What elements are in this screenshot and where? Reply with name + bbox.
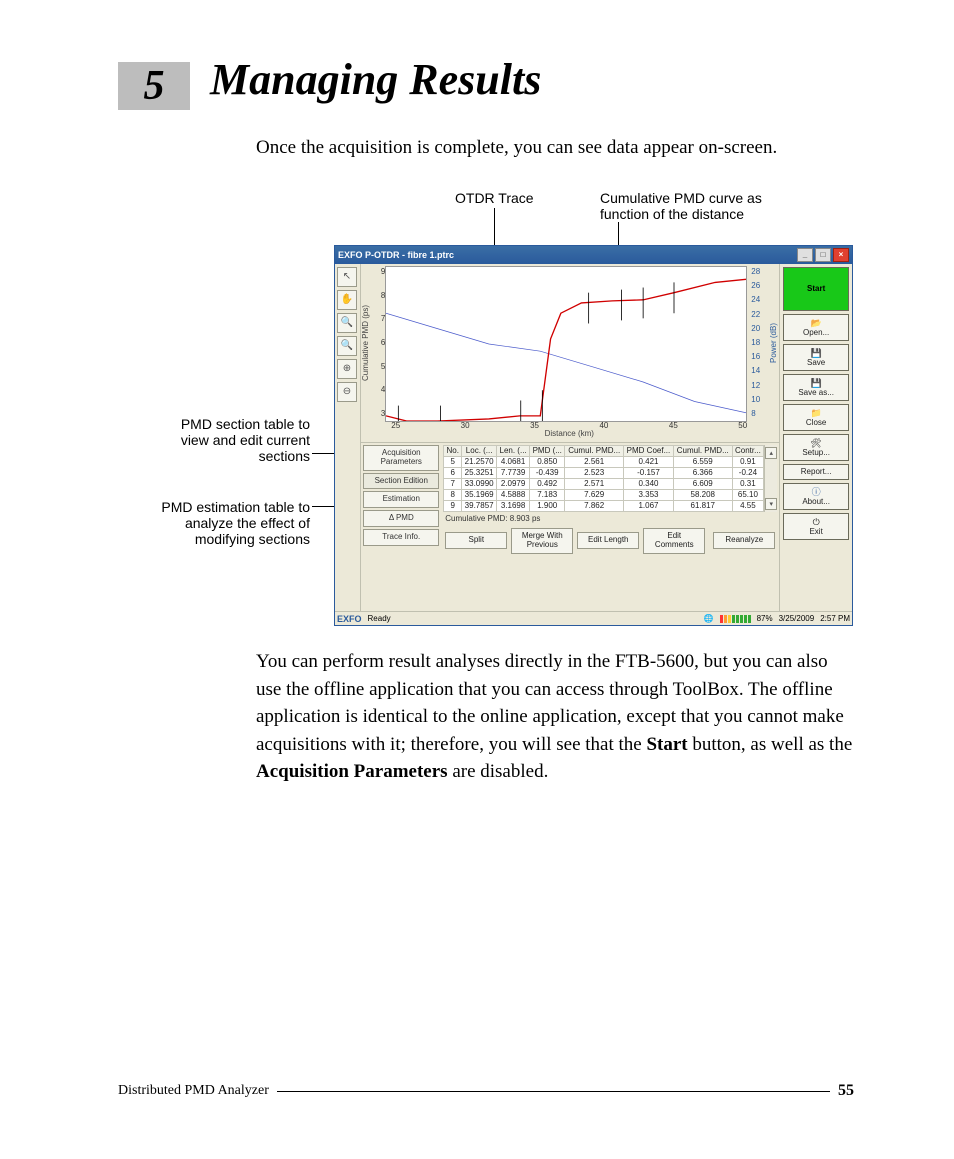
reanalyze-button[interactable]: Reanalyze [713, 532, 775, 549]
y2-axis-label: Power (dB) [770, 323, 778, 363]
annotation-cum-curve-l2: function of the distance [600, 206, 744, 224]
table-row[interactable]: 733.09902.09790.4922.5710.3406.6090.31 [444, 479, 764, 490]
minimize-button[interactable]: _ [797, 248, 813, 262]
annotation-section-table-l2: view and edit current [150, 432, 310, 450]
merge-previous-button[interactable]: Merge WithPrevious [511, 528, 573, 554]
tab-section-edition[interactable]: Section Edition [363, 473, 439, 490]
chapter-title: Managing Results [210, 56, 541, 104]
setup-icon: 🛠 [810, 438, 822, 448]
page-footer: Distributed PMD Analyzer 55 [118, 1083, 854, 1099]
status-text: Ready [368, 615, 391, 623]
annotation-est-table-l3: modifying sections [140, 531, 310, 549]
annotation-est-table-l2: analyze the effect of [140, 515, 310, 533]
tab-estimation[interactable]: Estimation [363, 491, 439, 508]
open-button[interactable]: 📂Open... [783, 314, 849, 341]
table-header-row: No.Loc. (...Len. (...PMD (...Cumul. PMD.… [444, 446, 764, 457]
tab-trace-info[interactable]: Trace Info. [363, 529, 439, 546]
vertical-tabs: AcquisitionParameters Section Edition Es… [361, 443, 441, 611]
section-table[interactable]: No.Loc. (...Len. (...PMD (...Cumul. PMD.… [443, 445, 764, 512]
split-button[interactable]: Split [445, 532, 507, 549]
start-button[interactable]: Start [783, 267, 849, 311]
save-as-button[interactable]: 💾Save as... [783, 374, 849, 401]
table-row[interactable]: 521.25704.06810.8502.5610.4216.5590.91 [444, 457, 764, 468]
zoom-in-icon[interactable]: ⊕ [337, 359, 357, 379]
close-file-button[interactable]: 📁Close [783, 404, 849, 431]
app-window: EXFO P-OTDR - fibre 1.ptrc _ □ × ↖ ✋ 🔍 🔍… [334, 245, 853, 626]
window-titlebar[interactable]: EXFO P-OTDR - fibre 1.ptrc _ □ × [335, 246, 852, 264]
right-button-panel: Start 📂Open... 💾Save 💾Save as... 📁Close … [779, 264, 852, 611]
x-axis-label: Distance (km) [385, 430, 753, 438]
save-as-icon: 💾 [810, 378, 822, 388]
info-icon: ⓘ [810, 487, 822, 497]
section-table-panel: No.Loc. (...Len. (...PMD (...Cumul. PMD.… [441, 443, 779, 611]
annotation-section-table-l1: PMD section table to [150, 416, 310, 434]
power-icon: ⏻ [810, 517, 822, 527]
annotation-est-table-l1: PMD estimation table to [140, 499, 310, 517]
y2-ticks: 282624222018161412108 [749, 264, 769, 422]
pan-tool-icon[interactable]: ✋ [337, 290, 357, 310]
scroll-up-icon[interactable]: ▴ [765, 447, 777, 459]
report-button[interactable]: Report... [783, 464, 849, 480]
annotation-cum-curve-l1: Cumulative PMD curve as [600, 190, 762, 208]
page-number: 55 [838, 1083, 854, 1099]
scroll-down-icon[interactable]: ▾ [765, 498, 777, 510]
otdr-trace-line [386, 313, 746, 413]
tab-delta-pmd[interactable]: Δ PMD [363, 510, 439, 527]
chart-area: Cumulative PMD (ps) 9876543 [361, 264, 779, 422]
table-row[interactable]: 835.19694.58887.1837.6293.35358.20865.10 [444, 490, 764, 501]
zoom-fit-icon[interactable]: 🔍 [337, 336, 357, 356]
status-time: 2:57 PM [820, 615, 850, 623]
chart-plot[interactable] [385, 266, 747, 422]
maximize-button[interactable]: □ [815, 248, 831, 262]
pointer-tool-icon[interactable]: ↖ [337, 267, 357, 287]
about-button[interactable]: ⓘAbout... [783, 483, 849, 510]
status-bar: EXFO Ready 🌐 87% 3/25/2009 2:57 PM [335, 611, 852, 626]
battery-icon [720, 615, 751, 623]
brand-label: EXFO [337, 615, 362, 624]
tab-acquisition-parameters[interactable]: AcquisitionParameters [363, 445, 439, 471]
y-ticks: 9876543 [371, 264, 385, 422]
table-row[interactable]: 625.32517.7739-0.4392.523-0.1576.366-0.2… [444, 468, 764, 479]
table-scrollbar[interactable]: ▴ ▾ [764, 445, 777, 512]
y-axis-label: Cumulative PMD (ps) [362, 305, 370, 381]
zoom-out-icon[interactable]: ⊖ [337, 382, 357, 402]
outro-paragraph: You can perform result analyses directly… [256, 648, 854, 786]
window-title: EXFO P-OTDR - fibre 1.ptrc [338, 251, 454, 260]
folder-icon: 📁 [810, 408, 822, 418]
battery-percent: 87% [757, 615, 773, 623]
save-button[interactable]: 💾Save [783, 344, 849, 371]
status-date: 3/25/2009 [779, 615, 815, 623]
footer-doc-title: Distributed PMD Analyzer [118, 1084, 269, 1098]
exit-button[interactable]: ⏻Exit [783, 513, 849, 540]
setup-button[interactable]: 🛠Setup... [783, 434, 849, 461]
intro-paragraph: Once the acquisition is complete, you ca… [256, 135, 854, 162]
zoom-region-icon[interactable]: 🔍 [337, 313, 357, 333]
edit-length-button[interactable]: Edit Length [577, 532, 639, 549]
table-row[interactable]: 939.78573.16981.9007.8621.06761.8174.55 [444, 501, 764, 512]
cum-pmd-line [386, 279, 746, 421]
close-button[interactable]: × [833, 248, 849, 262]
cumulative-pmd-readout: Cumulative PMD: 8.903 ps [443, 512, 777, 526]
annotation-otdr-trace: OTDR Trace [455, 190, 534, 208]
edit-comments-button[interactable]: EditComments [643, 528, 705, 554]
annotation-section-table-l3: sections [150, 448, 310, 466]
folder-open-icon: 📂 [810, 318, 822, 328]
footer-rule [277, 1091, 830, 1092]
save-icon: 💾 [810, 348, 822, 358]
globe-icon: 🌐 [704, 615, 714, 623]
left-toolbar: ↖ ✋ 🔍 🔍 ⊕ ⊖ [335, 264, 361, 611]
section-markers [399, 282, 675, 421]
chapter-number-badge: 5 [118, 62, 190, 110]
